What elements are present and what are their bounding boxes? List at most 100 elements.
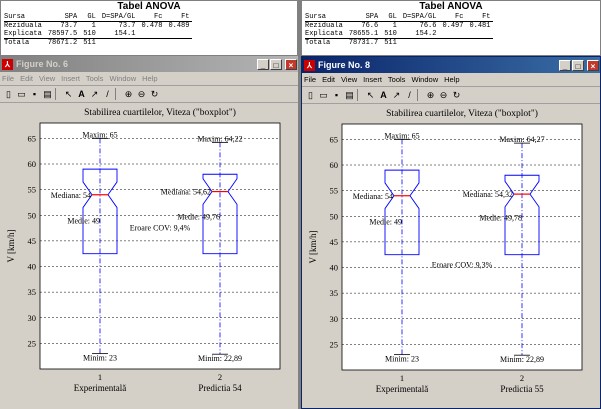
y-tick-label: 60 (28, 159, 37, 169)
menu-tools[interactable]: Tools (388, 75, 406, 84)
anova-cell: Totala (305, 38, 346, 47)
zoom-in-icon[interactable]: ⊕ (123, 89, 134, 100)
maximize-button[interactable]: □ (572, 59, 584, 71)
menu-bar: File Edit View Insert Tools Window Help (302, 73, 600, 87)
figure-window-6[interactable]: ⅄ Figure No. 6 _ □ × File Edit View Inse… (0, 56, 298, 409)
table-row: Explicata 78655.1 510 154.2 (305, 30, 493, 39)
plot-area: Stabilirea cuartilelor, Viteza ("boxplot… (302, 102, 600, 408)
zoom-in-icon[interactable]: ⊕ (425, 90, 436, 101)
anova-cell: 1 (91, 22, 96, 30)
anova-cell: 76.6 (361, 22, 379, 30)
anova-cell: 78671.2 (44, 38, 81, 47)
y-tick-label: 40 (28, 262, 37, 272)
menu-edit[interactable]: Edit (322, 75, 335, 84)
arrow-tool-icon[interactable]: ↗ (391, 90, 402, 101)
line-tool-icon[interactable]: / (404, 90, 415, 101)
anova-cell: Reziduala (305, 22, 343, 30)
plot-frame (341, 123, 583, 371)
text-tool-icon[interactable]: A (76, 89, 87, 100)
maximize-button[interactable]: □ (270, 58, 282, 70)
new-file-icon[interactable]: ▯ (305, 90, 316, 101)
table-row: Totala 78671.2 511 (4, 38, 193, 47)
anova-cell: 510 (83, 30, 96, 38)
new-file-icon[interactable]: ▯ (3, 89, 14, 100)
median-label: Mediana: 54,62 (161, 188, 211, 197)
x-tick-label: 2 (520, 373, 524, 383)
y-tick-label: 25 (330, 339, 339, 349)
anova-cell (466, 30, 493, 39)
arrow-tool-icon[interactable]: ↗ (89, 89, 100, 100)
menu-bar: File Edit View Insert Tools Window Help (0, 72, 298, 86)
anova-cell: 511 (381, 38, 400, 47)
open-folder-icon[interactable]: ▭ (16, 89, 27, 100)
y-axis-label: V [km/h] (6, 229, 16, 262)
anova-cell (466, 38, 494, 47)
anova-cell: 78731.7 (345, 38, 382, 47)
anova-header: Sursa (305, 13, 346, 22)
anova-header: SPA (345, 13, 382, 22)
menu-help[interactable]: Help (444, 75, 459, 84)
min-label: Minim: 23 (83, 354, 117, 363)
anova-cell (138, 38, 166, 47)
anova-header: D=SPA/GL (399, 13, 440, 22)
anova-header: D=SPA/GL (98, 13, 139, 22)
zoom-out-icon[interactable]: ⊖ (438, 90, 449, 101)
menu-insert[interactable]: Insert (61, 74, 80, 83)
menu-file[interactable]: File (304, 75, 316, 84)
anova-header: Ft (466, 13, 494, 22)
chart-title: Stabilirea cuartilelor, Viteza ("boxplot… (386, 108, 538, 119)
y-tick-label: 25 (28, 338, 37, 348)
line-tool-icon[interactable]: / (102, 89, 113, 100)
figure-window-8[interactable]: ⅄ Figure No. 8 _ □ × File Edit View Inse… (301, 56, 601, 409)
x-category-label: Experimentală (376, 384, 428, 394)
anova-cell (138, 30, 165, 39)
chart-title: Stabilirea cuartilelor, Viteza ("boxplot… (84, 107, 236, 118)
anova-cell: 511 (80, 38, 99, 47)
menu-help[interactable]: Help (142, 74, 157, 83)
menu-edit[interactable]: Edit (20, 74, 33, 83)
min-label: Minim: 23 (385, 355, 419, 364)
toolbar-separator (357, 89, 362, 101)
rotate-icon[interactable]: ↻ (451, 90, 462, 101)
anova-table: Sursa SPA GL D=SPA/GL Fc Ft Reziduala 73… (4, 13, 193, 47)
window-titlebar[interactable]: ⅄ Figure No. 6 _ □ × (0, 56, 298, 72)
x-tick-label: 2 (218, 372, 222, 382)
save-icon[interactable]: ▪ (29, 89, 40, 100)
mean-label: Medie: 49 (369, 217, 402, 226)
close-button[interactable]: × (587, 59, 599, 71)
anova-header: Ft (165, 13, 193, 22)
text-tool-icon[interactable]: A (378, 90, 389, 101)
print-icon[interactable]: ▤ (42, 89, 53, 100)
menu-view[interactable]: View (39, 74, 55, 83)
menu-tools[interactable]: Tools (86, 74, 104, 83)
zoom-out-icon[interactable]: ⊖ (136, 89, 147, 100)
print-icon[interactable]: ▤ (344, 90, 355, 101)
open-folder-icon[interactable]: ▭ (318, 90, 329, 101)
minimize-button[interactable]: _ (257, 58, 269, 70)
menu-file[interactable]: File (2, 74, 14, 83)
anova-cell: Explicata (4, 30, 42, 38)
arrow-pointer-icon[interactable]: ↖ (365, 90, 376, 101)
max-label: Maxim: 64,22 (197, 134, 242, 143)
x-category-label: Predictia 55 (500, 384, 544, 394)
anova-header: Fc (439, 13, 467, 22)
anova-title: Tabel ANOVA (419, 1, 483, 12)
anova-cell (98, 38, 139, 47)
toolbar-separator (55, 88, 60, 100)
rotate-icon[interactable]: ↻ (149, 89, 160, 100)
median-label: Mediana: 54 (51, 191, 91, 200)
menu-window[interactable]: Window (109, 74, 136, 83)
menu-window[interactable]: Window (411, 75, 438, 84)
anova-header: SPA (44, 13, 81, 22)
anova-cell (165, 30, 192, 39)
close-button[interactable]: × (285, 58, 297, 70)
menu-view[interactable]: View (341, 75, 357, 84)
arrow-pointer-icon[interactable]: ↖ (63, 89, 74, 100)
minimize-button[interactable]: _ (559, 59, 571, 71)
cov-annotation: Eroare COV: 9,3% (432, 261, 493, 270)
save-icon[interactable]: ▪ (331, 90, 342, 101)
window-titlebar[interactable]: ⅄ Figure No. 8 _ □ × (302, 57, 600, 73)
y-tick-label: 55 (28, 185, 37, 195)
menu-insert[interactable]: Insert (363, 75, 382, 84)
anova-cell: 73.7 (118, 22, 136, 30)
